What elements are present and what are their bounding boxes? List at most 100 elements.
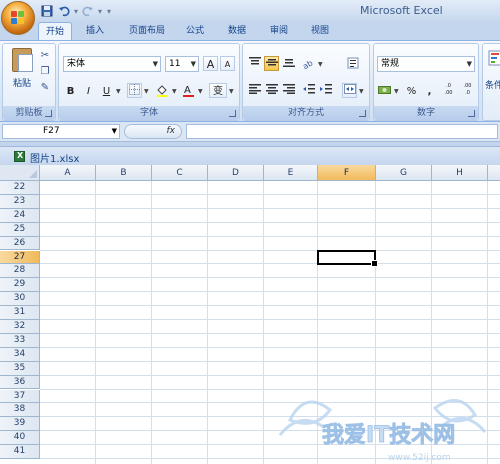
row-header[interactable]: 31 bbox=[0, 306, 40, 320]
select-all-button[interactable] bbox=[0, 165, 40, 181]
row-header[interactable]: 27 bbox=[0, 250, 40, 265]
accounting-format-button[interactable] bbox=[377, 83, 392, 98]
save-icon[interactable] bbox=[40, 4, 54, 18]
copy-icon[interactable]: ❐ bbox=[39, 66, 51, 78]
italic-button[interactable]: I bbox=[81, 83, 96, 98]
row-header[interactable]: 29 bbox=[0, 278, 40, 293]
decrease-decimal-button[interactable]: .00 .0 bbox=[459, 82, 476, 97]
row-header[interactable]: 33 bbox=[0, 333, 40, 348]
shrink-font-button[interactable]: A bbox=[220, 56, 235, 71]
row-header[interactable]: 37 bbox=[0, 389, 40, 404]
borders-dropdown-icon[interactable]: ▼ bbox=[144, 88, 149, 95]
row-header[interactable]: 41 bbox=[0, 445, 40, 459]
row-header[interactable]: 22 bbox=[0, 181, 40, 195]
name-box[interactable]: F27 ▼ bbox=[2, 124, 120, 139]
merge-dropdown-icon[interactable]: ▼ bbox=[359, 88, 364, 95]
underline-dropdown-icon[interactable]: ▼ bbox=[116, 88, 121, 95]
tab-page-layout[interactable]: 页面布局 bbox=[120, 22, 174, 40]
chevron-down-icon[interactable]: ▼ bbox=[112, 125, 117, 138]
column-header[interactable]: C bbox=[152, 165, 208, 181]
formula-input[interactable] bbox=[186, 124, 498, 139]
number-format-select[interactable]: 常规 ▼ bbox=[377, 56, 475, 72]
formula-bar-row: F27 ▼ fx bbox=[0, 122, 500, 142]
tab-formulas[interactable]: 公式 bbox=[180, 22, 210, 40]
format-painter-icon[interactable]: ✎ bbox=[39, 82, 51, 94]
cut-icon[interactable]: ✂ bbox=[39, 50, 51, 62]
row-header[interactable]: 40 bbox=[0, 431, 40, 446]
insert-function-button[interactable]: fx bbox=[124, 124, 182, 139]
conditional-formatting-label[interactable]: 条件 bbox=[485, 78, 500, 91]
row-header[interactable]: 26 bbox=[0, 236, 40, 251]
row-header[interactable]: 34 bbox=[0, 347, 40, 362]
column-header[interactable]: G bbox=[376, 165, 432, 181]
align-center-button[interactable] bbox=[264, 83, 279, 98]
clipboard-launcher-icon[interactable] bbox=[45, 110, 52, 117]
comma-button[interactable]: , bbox=[422, 83, 437, 98]
row-header[interactable]: 32 bbox=[0, 320, 40, 334]
fill-color-button[interactable] bbox=[155, 83, 170, 98]
row-header[interactable]: 25 bbox=[0, 222, 40, 237]
row-header[interactable]: 39 bbox=[0, 417, 40, 432]
align-bottom-button[interactable] bbox=[281, 56, 296, 71]
excel-file-icon[interactable] bbox=[14, 151, 25, 162]
column-header[interactable]: H bbox=[432, 165, 488, 181]
redo-icon[interactable] bbox=[81, 4, 95, 18]
conditional-formatting-icon[interactable] bbox=[487, 48, 500, 68]
column-header[interactable]: B bbox=[96, 165, 152, 181]
row-header[interactable]: 23 bbox=[0, 194, 40, 209]
fill-color-icon bbox=[157, 85, 168, 97]
decrease-indent-button[interactable] bbox=[301, 83, 316, 98]
font-launcher-icon[interactable] bbox=[229, 110, 236, 117]
row-header[interactable]: 36 bbox=[0, 375, 40, 390]
align-right-button[interactable] bbox=[281, 83, 296, 98]
redo-dropdown-icon[interactable]: ▾ bbox=[98, 7, 102, 16]
alignment-launcher-icon[interactable] bbox=[359, 110, 366, 117]
font-size-select[interactable]: 11 ▼ bbox=[165, 56, 199, 72]
font-color-dropdown-icon[interactable]: ▼ bbox=[198, 88, 203, 95]
column-header[interactable]: E bbox=[264, 165, 318, 181]
tab-view[interactable]: 视图 bbox=[305, 22, 335, 40]
row-header[interactable]: 35 bbox=[0, 361, 40, 376]
column-header[interactable]: D bbox=[208, 165, 264, 181]
row-header[interactable]: 30 bbox=[0, 292, 40, 307]
increase-decimal-button[interactable]: .0 .00 bbox=[440, 82, 457, 97]
grid-line bbox=[40, 193, 500, 195]
office-button[interactable] bbox=[1, 1, 35, 35]
tab-insert[interactable]: 插入 bbox=[80, 22, 110, 40]
percent-button[interactable]: % bbox=[404, 83, 419, 98]
undo-icon[interactable] bbox=[57, 4, 71, 18]
align-middle-button[interactable] bbox=[264, 56, 279, 71]
column-header[interactable] bbox=[488, 165, 500, 181]
tab-data[interactable]: 数据 bbox=[222, 22, 252, 40]
tab-home[interactable]: 开始 bbox=[38, 22, 72, 40]
phonetic-button[interactable]: 变 bbox=[209, 83, 227, 98]
orientation-button[interactable]: ab bbox=[301, 56, 316, 71]
paste-button[interactable]: 粘贴 bbox=[8, 48, 36, 89]
number-launcher-icon[interactable] bbox=[468, 110, 475, 117]
font-color-button[interactable]: A bbox=[181, 83, 196, 98]
align-top-button[interactable] bbox=[247, 56, 262, 71]
increase-indent-button[interactable] bbox=[318, 83, 333, 98]
row-header[interactable]: 38 bbox=[0, 403, 40, 418]
column-header[interactable]: F bbox=[318, 165, 376, 181]
underline-button[interactable]: U bbox=[99, 83, 114, 98]
font-name-select[interactable]: 宋体 ▼ bbox=[63, 56, 161, 72]
grow-font-button[interactable]: A bbox=[203, 56, 218, 71]
fill-color-dropdown-icon[interactable]: ▼ bbox=[172, 88, 177, 95]
undo-dropdown-icon[interactable]: ▾ bbox=[74, 7, 78, 16]
merge-center-button[interactable] bbox=[342, 83, 357, 98]
customize-qat-icon[interactable]: ▾ bbox=[107, 7, 111, 16]
row-header[interactable]: 24 bbox=[0, 208, 40, 223]
watermark-text: 我爱IT技术网 bbox=[322, 423, 455, 448]
active-cell[interactable] bbox=[317, 249, 378, 268]
phonetic-dropdown-icon[interactable]: ▼ bbox=[229, 88, 234, 95]
tab-review[interactable]: 审阅 bbox=[264, 22, 294, 40]
borders-button[interactable] bbox=[127, 83, 142, 98]
row-header[interactable]: 28 bbox=[0, 264, 40, 279]
align-left-button[interactable] bbox=[247, 83, 262, 98]
orientation-dropdown-icon[interactable]: ▼ bbox=[318, 61, 323, 68]
column-header[interactable]: A bbox=[40, 165, 96, 181]
bold-button[interactable]: B bbox=[63, 83, 78, 98]
wrap-text-button[interactable] bbox=[345, 56, 360, 71]
accounting-dropdown-icon[interactable]: ▼ bbox=[394, 88, 399, 95]
